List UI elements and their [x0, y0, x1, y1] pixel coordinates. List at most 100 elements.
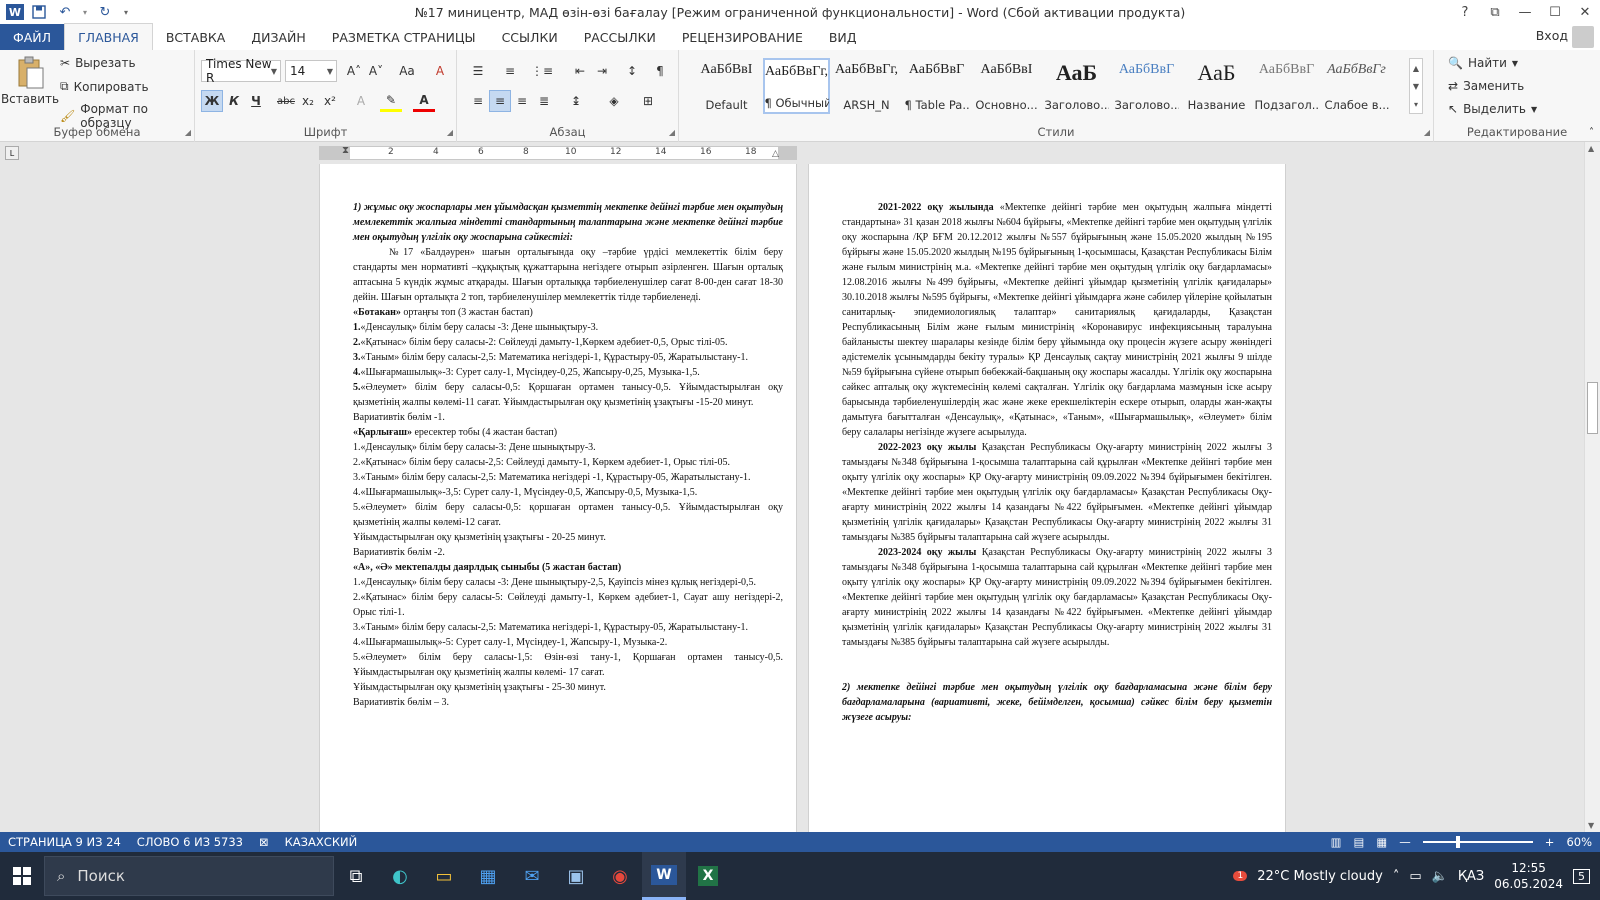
tab-view[interactable]: ВИД [816, 24, 870, 50]
zoom-level[interactable]: 60% [1566, 835, 1592, 849]
line-spacing-icon[interactable]: ↨ [565, 90, 587, 112]
increase-indent-icon[interactable]: ⇥ [591, 60, 613, 82]
more-styles-icon[interactable]: ▾ [1414, 100, 1418, 109]
italic-button[interactable]: К [223, 90, 245, 112]
style-main-text[interactable]: АаБбВвІ Основно... [973, 58, 1040, 114]
select-button[interactable]: ↖ Выделить ▼ [1448, 102, 1537, 116]
tab-mailings[interactable]: РАССЫЛКИ [571, 24, 669, 50]
zoom-out-icon[interactable]: — [1399, 835, 1411, 849]
volume-icon[interactable]: 🔈 [1432, 869, 1448, 884]
style-heading-2[interactable]: АаБбВвГ Заголово... [1113, 58, 1180, 114]
style-arsh-n[interactable]: АаБбВвГг, ARSH_N [833, 58, 900, 114]
page-right[interactable]: 2021-2022 оқу жылында «Мектепке дейінгі … [808, 164, 1286, 832]
taskbar-search-box[interactable]: ⌕ Поиск [44, 856, 334, 896]
style-subtitle[interactable]: АаБбВвГ Подзагол... [1253, 58, 1320, 114]
scroll-up-icon[interactable]: ▲ [1588, 144, 1594, 153]
multilevel-list-icon[interactable]: ⋮≡ [531, 60, 553, 82]
redo-icon[interactable]: ↻ [94, 2, 116, 22]
help-button[interactable]: ? [1450, 0, 1480, 24]
edge-browser-icon[interactable]: ◐ [378, 852, 422, 900]
grow-font-button[interactable]: A˄ [343, 60, 365, 82]
scroll-down-icon[interactable]: ▼ [1413, 82, 1419, 91]
tab-file[interactable]: ФАЙЛ [0, 24, 65, 50]
save-icon[interactable] [28, 2, 50, 22]
weather-widget[interactable]: 22°C Mostly cloudy [1257, 869, 1383, 884]
zoom-in-icon[interactable]: + [1545, 835, 1555, 849]
shrink-font-button[interactable]: A˅ [365, 60, 387, 82]
zoom-slider[interactable] [1422, 836, 1533, 848]
vertical-scrollbar[interactable]: ▲ ▼ [1584, 142, 1600, 832]
bold-button[interactable]: Ж [201, 90, 223, 112]
web-layout-icon[interactable]: ▦ [1376, 835, 1387, 849]
word-app-icon[interactable]: W [6, 4, 24, 20]
styles-gallery-scroll[interactable]: ▲ ▼ ▾ [1409, 58, 1423, 114]
show-hidden-icons-icon[interactable]: ˄ [1393, 869, 1400, 884]
paste-button[interactable]: Вставить [1, 56, 59, 106]
page-left[interactable]: 1) жұмыс оқу жоспарлары мен ұйымдасқан қ… [319, 164, 797, 832]
horizontal-ruler[interactable]: 2 4 6 8 10 12 14 16 18 ⧗ △ [319, 145, 797, 160]
style-subtle-emphasis[interactable]: АаБбВвГг Слабое в... [1323, 58, 1390, 114]
font-launcher-icon[interactable]: ◢ [447, 128, 453, 137]
align-center-icon[interactable]: ≡ [489, 90, 511, 112]
notification-center-icon[interactable]: 5 [1573, 868, 1590, 884]
style-heading-1[interactable]: АаБ Заголово... [1043, 58, 1110, 114]
user-avatar-icon[interactable] [1572, 26, 1594, 48]
maximize-button[interactable]: ☐ [1540, 0, 1570, 24]
find-button[interactable]: 🔍 Найти ▼ [1448, 56, 1518, 70]
show-formatting-marks-icon[interactable]: ¶ [649, 60, 671, 82]
font-size-select[interactable]: 14 ▼ [285, 60, 337, 82]
chrome-icon[interactable]: ◉ [598, 852, 642, 900]
word-count[interactable]: СЛОВО 6 ИЗ 5733 [129, 835, 251, 849]
sign-in-link[interactable]: Вход [1536, 28, 1568, 43]
collapse-ribbon-icon[interactable]: ˄ [1589, 127, 1594, 138]
tab-references[interactable]: ССЫЛКИ [489, 24, 571, 50]
cut-button[interactable]: ✂ Вырезать [60, 56, 136, 70]
tab-review[interactable]: РЕЦЕНЗИРОВАНИЕ [669, 24, 816, 50]
numbering-icon[interactable]: ≡ [499, 60, 521, 82]
replace-button[interactable]: ⇄ Заменить [1448, 79, 1524, 93]
clear-formatting-button[interactable]: A [429, 60, 451, 82]
print-layout-icon[interactable]: ▤ [1354, 835, 1365, 849]
file-explorer-icon[interactable]: ▭ [422, 852, 466, 900]
remote-desktop-icon[interactable]: ▣ [554, 852, 598, 900]
network-icon[interactable]: ▭ [1409, 869, 1421, 884]
minimize-button[interactable]: — [1510, 0, 1540, 24]
close-button[interactable]: ✕ [1570, 0, 1600, 24]
align-right-icon[interactable]: ≡ [511, 90, 533, 112]
superscript-button[interactable]: x² [319, 90, 341, 112]
customize-quick-access-icon[interactable]: ▾ [120, 2, 132, 22]
right-indent-marker-icon[interactable]: △ [772, 149, 779, 159]
underline-button[interactable]: Ч [245, 90, 267, 112]
font-name-select[interactable]: Times New R ▼ [201, 57, 281, 85]
borders-icon[interactable]: ⊞ [637, 90, 659, 112]
text-effects-icon[interactable]: A [350, 90, 372, 112]
highlight-color-icon[interactable]: ✎ [380, 90, 402, 112]
subscript-button[interactable]: x₂ [297, 90, 319, 112]
justify-icon[interactable]: ≣ [533, 90, 555, 112]
tab-page-layout[interactable]: РАЗМЕТКА СТРАНИЦЫ [319, 24, 489, 50]
copy-button[interactable]: ⧉ Копировать [60, 79, 149, 94]
shading-icon[interactable]: ◈ [603, 90, 625, 112]
style-default[interactable]: АаБбВвІ Default [693, 58, 760, 114]
clock[interactable]: 12:55 06.05.2024 [1494, 860, 1563, 892]
strikethrough-button[interactable]: abc [275, 90, 297, 112]
scroll-down-icon[interactable]: ▼ [1588, 821, 1594, 830]
undo-icon[interactable]: ↶ [54, 2, 76, 22]
tab-selector-icon[interactable]: L [5, 146, 19, 160]
align-left-icon[interactable]: ≡ [467, 90, 489, 112]
tab-home[interactable]: ГЛАВНАЯ [64, 23, 153, 50]
mail-icon[interactable]: ✉ [510, 852, 554, 900]
sort-icon[interactable]: ↕ [621, 60, 643, 82]
font-color-icon[interactable]: A [413, 90, 435, 112]
decrease-indent-icon[interactable]: ⇤ [569, 60, 591, 82]
read-mode-icon[interactable]: ▥ [1331, 835, 1342, 849]
style-table-paragraph[interactable]: АаБбВвГ ¶ Table Pa... [903, 58, 970, 114]
clipboard-launcher-icon[interactable]: ◢ [185, 128, 191, 137]
styles-launcher-icon[interactable]: ◢ [1424, 128, 1430, 137]
style-normal[interactable]: АаБбВвГг, ¶ Обычный [763, 58, 830, 114]
windows-start-icon[interactable] [0, 852, 44, 900]
word-taskbar-icon[interactable]: W [642, 852, 686, 900]
tab-insert[interactable]: ВСТАВКА [153, 24, 239, 50]
language-indicator[interactable]: КАЗАХСКИЙ [277, 835, 366, 849]
proofing-icon[interactable]: ⊠ [251, 835, 277, 849]
